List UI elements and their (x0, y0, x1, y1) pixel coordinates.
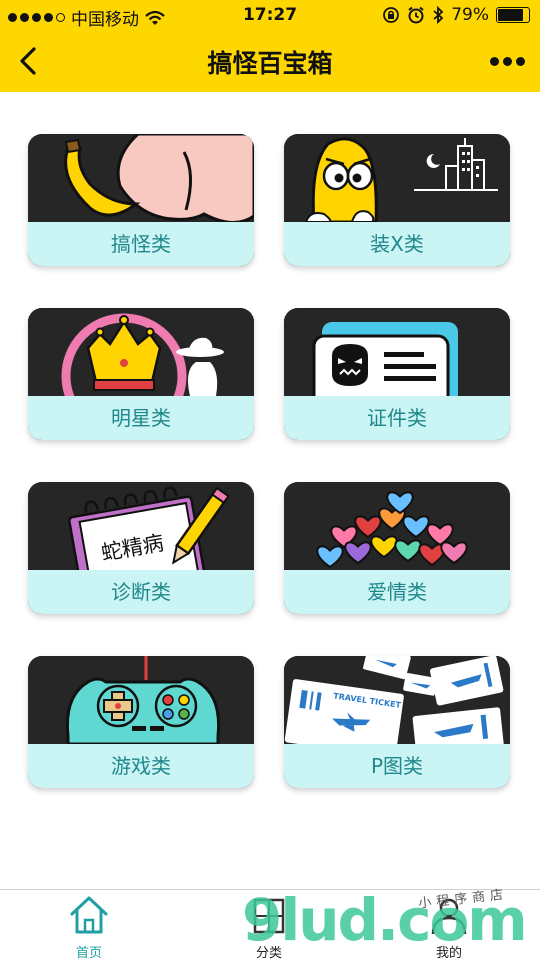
heart-balloon (370, 535, 398, 559)
user-icon (431, 898, 467, 935)
tab-label: 首页 (75, 946, 102, 961)
category-icon (253, 898, 285, 934)
notepad-illustration: 蛇精病 (28, 482, 254, 598)
tab-home[interactable]: 首页 (39, 894, 139, 961)
ellipsis-icon (489, 56, 499, 66)
banana-illustration (28, 134, 254, 224)
category-card-aiqing[interactable]: 爱情类 (284, 482, 510, 614)
category-label: 搞怪类 (28, 222, 254, 266)
page-title: 搞怪百宝箱 (207, 49, 333, 78)
gamepad-illustration (28, 656, 254, 746)
category-label: 装X类 (284, 222, 510, 266)
tab-label: 我的 (435, 946, 462, 961)
battery-icon (496, 7, 530, 23)
category-card-gaoguai[interactable]: 搞怪类 (28, 134, 254, 266)
rotation-lock-icon (383, 7, 400, 23)
category-label: P图类 (284, 744, 510, 788)
heart-balloon (316, 545, 344, 569)
battery-percent: 79% (451, 5, 489, 25)
home-icon (70, 896, 108, 934)
heart-balloon (440, 541, 468, 565)
id-card-illustration (284, 308, 510, 418)
category-label: 证件类 (284, 396, 510, 440)
nav-bar: 搞怪百宝箱 (0, 30, 540, 92)
category-card-zhengjian[interactable]: 证件类 (284, 308, 510, 440)
bluetooth-icon (433, 6, 444, 24)
alarm-icon (408, 6, 424, 24)
tab-category[interactable]: 分类 (219, 894, 319, 961)
more-button[interactable] (486, 46, 528, 76)
category-label: 诊断类 (28, 570, 254, 614)
category-card-zhuangx[interactable]: 装X类 (284, 134, 510, 266)
tab-label: 分类 (255, 946, 282, 961)
heart-balloons-illustration (284, 482, 510, 570)
category-card-zhenduan[interactable]: 蛇精病 诊断类 (28, 482, 254, 614)
heart-balloon (402, 515, 430, 539)
category-label: 游戏类 (28, 744, 254, 788)
category-card-youxi[interactable]: 游戏类 (28, 656, 254, 788)
heart-balloon (354, 515, 382, 539)
category-card-ptu[interactable]: TRAVEL TICKET P图类 (284, 656, 510, 788)
crown-illustration (28, 308, 254, 439)
status-bar: 中国移动 17:27 79% (0, 0, 540, 30)
tab-bar: 首页 分类 我的 (0, 889, 540, 961)
travel-tickets-illustration: TRAVEL TICKET (284, 656, 510, 758)
category-label: 明星类 (28, 396, 254, 440)
category-card-mingxing[interactable]: 明星类 (28, 308, 254, 440)
tab-mine[interactable]: 我的 (399, 894, 499, 961)
category-label: 爱情类 (284, 570, 510, 614)
heart-balloon (394, 539, 422, 563)
monster-city-illustration (284, 134, 510, 224)
heart-balloon (386, 491, 414, 515)
heart-balloon (344, 541, 372, 565)
